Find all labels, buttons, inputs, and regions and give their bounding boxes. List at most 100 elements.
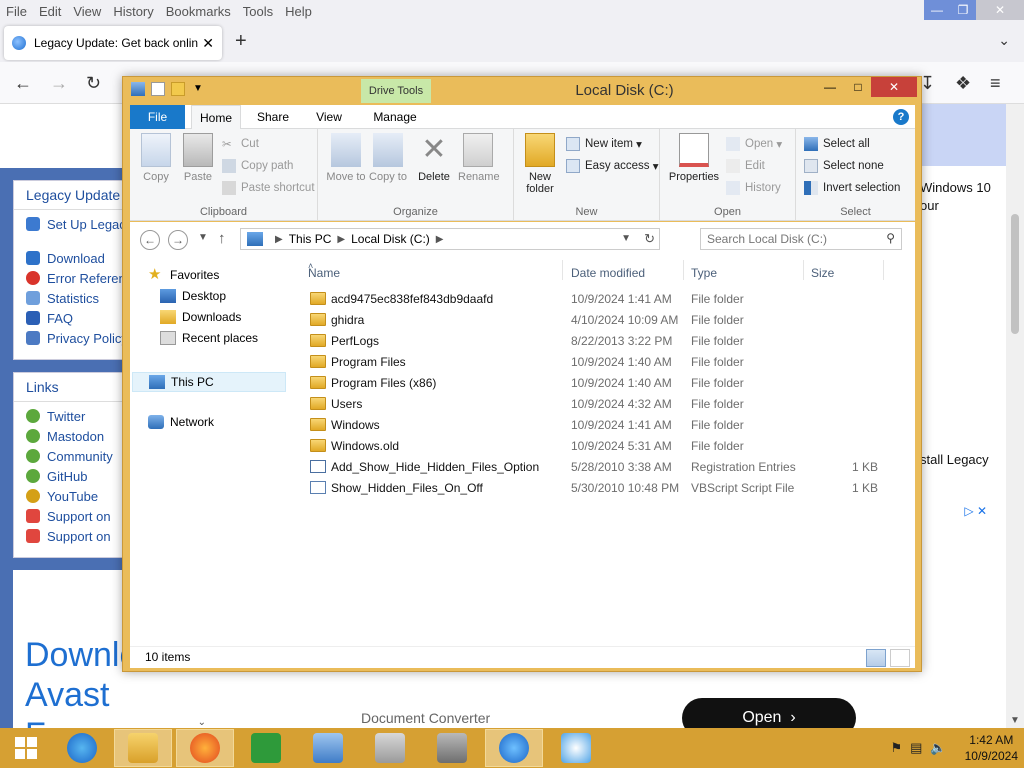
file-row[interactable]: acd9475ec838fef843db9daafd 10/9/2024 1:41… (298, 288, 888, 309)
menu-file[interactable]: File (0, 4, 33, 19)
back-arrow-icon[interactable]: ← (140, 230, 160, 250)
nav-recent-places[interactable]: Recent places (160, 331, 258, 345)
menu-tools[interactable]: Tools (237, 4, 279, 19)
nav-favorites[interactable]: ★ Favorites (148, 267, 219, 282)
invert-selection-button[interactable]: Invert selection (804, 181, 900, 195)
taskbar-control-panel[interactable] (299, 729, 357, 767)
new-folder-button[interactable]: New folder (520, 133, 560, 195)
link-mastodon[interactable]: Mastodon (14, 426, 122, 446)
scrollbar-thumb[interactable] (1011, 214, 1019, 334)
up-arrow-icon[interactable]: ↑ (218, 230, 226, 247)
link-support-1[interactable]: Support on (14, 506, 122, 526)
taskbar-store[interactable] (237, 729, 295, 767)
link-community[interactable]: Community (14, 446, 122, 466)
sidebar-item-setup[interactable]: Set Up Legacy Update (14, 214, 122, 234)
explorer-minimize-button[interactable]: — (817, 77, 843, 97)
tab-view[interactable]: View (310, 105, 348, 129)
link-github[interactable]: GitHub (14, 466, 122, 486)
file-row[interactable]: Add_Show_Hide_Hidden_Files_Option 5/28/20… (298, 456, 888, 477)
sidebar-item-download[interactable]: Download (14, 248, 122, 268)
link-youtube[interactable]: YouTube (14, 486, 122, 506)
new-tab-icon[interactable]: + (235, 30, 247, 53)
menu-view[interactable]: View (67, 4, 107, 19)
volume-muted-icon[interactable]: 🔈 (930, 740, 946, 756)
file-row[interactable]: Users 10/9/2024 4:32 AM File folder (298, 393, 888, 414)
large-icons-view-icon[interactable] (890, 649, 910, 667)
explorer-close-button[interactable]: ✕ (871, 77, 917, 97)
ad-choices-icon[interactable]: ▷ ✕ (964, 504, 987, 518)
forward-arrow-icon[interactable]: → (168, 230, 188, 250)
column-divider[interactable] (883, 260, 884, 280)
file-row[interactable]: PerfLogs 8/22/2013 3:22 PM File folder (298, 330, 888, 351)
column-header-date-modified[interactable]: Date modified (571, 266, 645, 280)
edit-button[interactable]: Edit (726, 159, 765, 173)
recent-locations-icon[interactable]: ▼ (198, 232, 208, 243)
search-icon[interactable]: ⚲ (886, 231, 895, 245)
sidebar-item-error-reference[interactable]: Error Reference (14, 268, 122, 288)
tab-manage[interactable]: Manage (367, 105, 423, 129)
open-button[interactable]: Open ▾ (726, 137, 782, 151)
help-icon[interactable]: ? (893, 109, 909, 125)
clock[interactable]: 1:42 AM 10/9/2024 (965, 732, 1018, 764)
menu-history[interactable]: History (107, 4, 159, 19)
column-header-size[interactable]: Size (811, 266, 834, 280)
tab-home[interactable]: Home (191, 105, 241, 129)
firefox-tab-active[interactable]: Legacy Update: Get back online ✕ (4, 26, 222, 60)
menu-bookmarks[interactable]: Bookmarks (160, 4, 237, 19)
breadcrumb-separator-icon[interactable]: ▶ (337, 234, 345, 245)
sidebar-item-faq[interactable]: FAQ (14, 308, 122, 328)
sidebar-item-privacy[interactable]: Privacy Policy (14, 328, 122, 348)
breadcrumb-separator-icon[interactable]: ▶ (436, 234, 444, 245)
column-divider[interactable] (803, 260, 804, 280)
details-view-icon[interactable] (866, 649, 886, 667)
nav-this-pc[interactable]: This PC (132, 372, 286, 392)
nav-desktop[interactable]: Desktop (160, 289, 226, 303)
tab-close-icon[interactable]: ✕ (202, 35, 214, 52)
page-scrollbar[interactable]: ▼ (1006, 104, 1024, 728)
reload-icon[interactable]: ↻ (86, 73, 101, 94)
taskbar-archive[interactable] (361, 729, 419, 767)
new-item-button[interactable]: New item ▾ (566, 137, 642, 151)
select-all-button[interactable]: Select all (804, 137, 870, 151)
nav-downloads[interactable]: Downloads (160, 310, 241, 324)
taskbar-firefox[interactable] (176, 729, 234, 767)
sidebar-item-statistics[interactable]: Statistics (14, 288, 122, 308)
column-divider[interactable] (562, 260, 563, 280)
refresh-icon[interactable]: ↻ (644, 231, 655, 247)
chevron-down-icon[interactable]: ⌄ (198, 717, 206, 728)
firefox-close-button[interactable]: ✕ (976, 0, 1024, 20)
forward-arrow-icon[interactable]: → (50, 73, 68, 94)
select-none-button[interactable]: Select none (804, 159, 884, 173)
address-bar[interactable]: ▶ This PC ▶ Local Disk (C:) ▶ ▼ ↻ (240, 228, 660, 250)
link-support-2[interactable]: Support on (14, 526, 122, 546)
search-box[interactable]: Search Local Disk (C:) ⚲ (700, 228, 902, 250)
column-header-type[interactable]: Type (691, 266, 717, 280)
taskbar-file-explorer[interactable] (114, 729, 172, 767)
column-divider[interactable] (683, 260, 684, 280)
paste-shortcut-button[interactable]: Paste shortcut (222, 181, 315, 195)
file-row[interactable]: Windows.old 10/9/2024 5:31 AM File folder (298, 435, 888, 456)
paste-button[interactable]: Paste (178, 133, 218, 183)
history-button[interactable]: History (726, 181, 781, 195)
breadcrumb-separator-icon[interactable]: ▶ (275, 234, 283, 245)
taskbar-app[interactable] (547, 729, 605, 767)
file-row[interactable]: Program Files 10/9/2024 1:40 AM File folde… (298, 351, 888, 372)
move-to-button[interactable]: Move to (326, 133, 366, 183)
network-icon[interactable]: ▤ (910, 740, 922, 756)
copy-to-button[interactable]: Copy to (368, 133, 408, 183)
column-header-name[interactable]: Name (308, 266, 340, 280)
firefox-minimize-button[interactable]: — (924, 0, 950, 20)
downloads-icon[interactable]: ↧ (920, 73, 935, 94)
cut-button[interactable]: ✂ Cut (222, 137, 259, 151)
menu-help[interactable]: Help (279, 4, 318, 19)
breadcrumb-local-disk[interactable]: Local Disk (C:) (351, 232, 430, 246)
menu-edit[interactable]: Edit (33, 4, 67, 19)
easy-access-button[interactable]: Easy access ▾ (566, 159, 659, 173)
taskbar-firewall[interactable] (423, 729, 481, 767)
file-row[interactable]: Windows 10/9/2024 1:41 AM File folder (298, 414, 888, 435)
properties-button[interactable]: Properties (666, 133, 722, 183)
nav-network[interactable]: Network (148, 415, 214, 429)
explorer-maximize-button[interactable]: □ (845, 77, 871, 97)
scroll-down-icon[interactable]: ▼ (1010, 715, 1020, 726)
copy-path-button[interactable]: Copy path (222, 159, 293, 173)
